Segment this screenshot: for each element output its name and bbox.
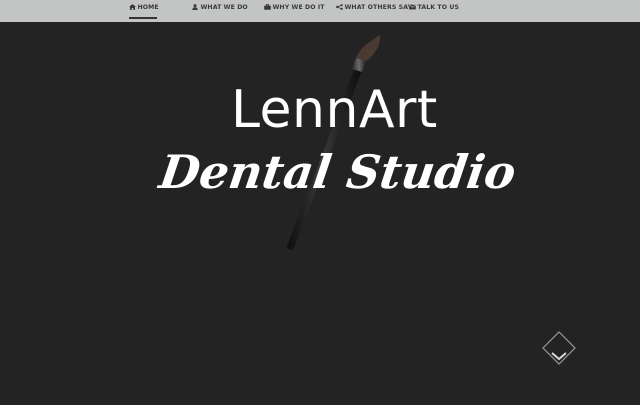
chevron-down-icon xyxy=(542,331,576,365)
nav-item-label: HOME xyxy=(137,4,159,11)
share-icon xyxy=(336,4,343,10)
nav-item-what-others-say[interactable]: WHAT OTHERS SAY xyxy=(336,0,412,22)
scroll-down-button[interactable] xyxy=(542,331,576,365)
nav-item-label: WHAT WE DO xyxy=(200,4,248,11)
nav-item-why-we-do-it[interactable]: WHY WE DO IT xyxy=(264,0,325,22)
home-icon xyxy=(129,4,136,10)
nav-item-label: WHAT OTHERS SAY xyxy=(344,4,413,11)
hero-subtitle-dental-studio: Dental Studio xyxy=(156,145,520,199)
nav-item-what-we-do[interactable]: WHAT WE DO xyxy=(192,0,248,22)
top-nav: HOME WHAT WE DO WHY WE DO IT WHAT OTHERS… xyxy=(0,0,640,22)
nav-item-talk-to-us[interactable]: TALK TO US xyxy=(409,0,459,22)
hero-title-lennart: LennArt xyxy=(231,80,438,140)
envelope-icon xyxy=(409,4,416,10)
page: HOME WHAT WE DO WHY WE DO IT WHAT OTHERS… xyxy=(0,0,640,405)
nav-item-home[interactable]: HOME xyxy=(129,0,159,22)
briefcase-icon xyxy=(264,4,271,10)
nav-item-label: WHY WE DO IT xyxy=(272,4,325,11)
nav-item-label: TALK TO US xyxy=(417,4,460,11)
user-icon xyxy=(192,4,199,10)
